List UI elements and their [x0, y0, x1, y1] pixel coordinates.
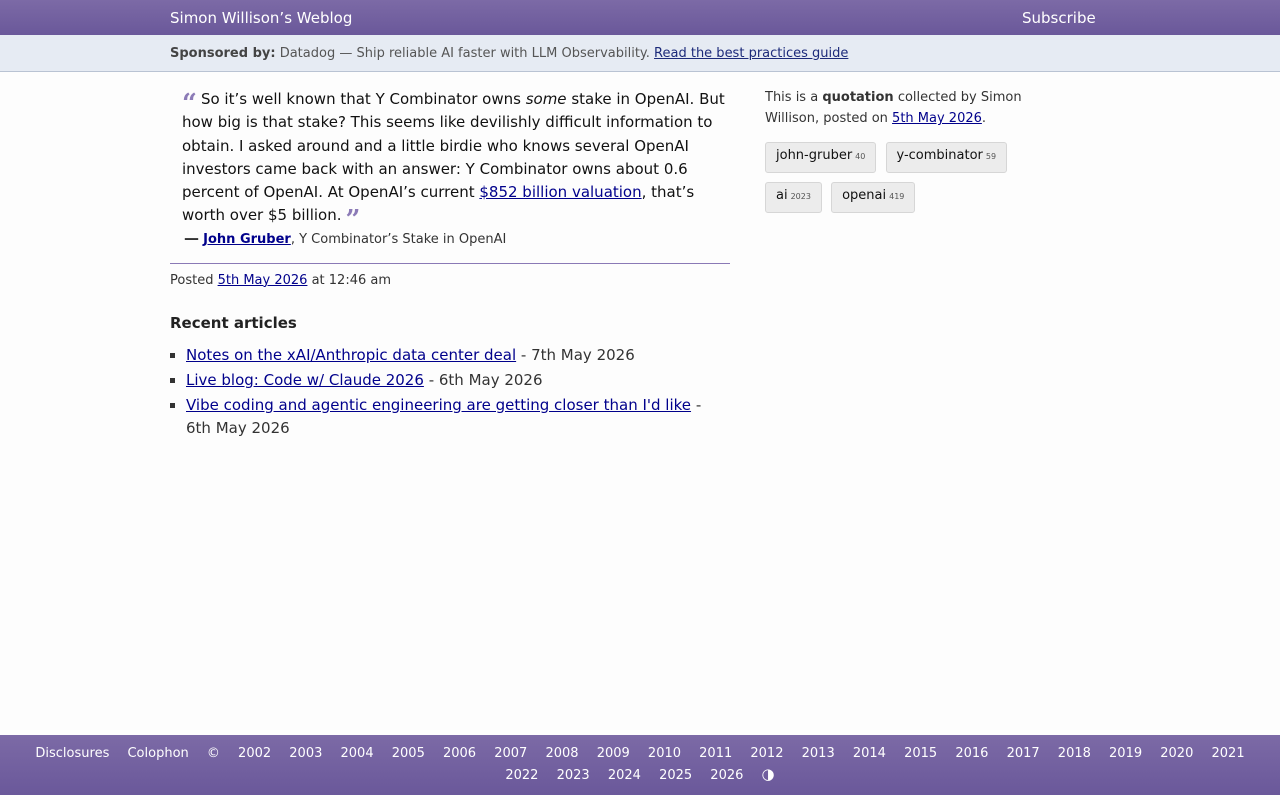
year-link[interactable]: 2015	[904, 746, 937, 761]
year-link[interactable]: 2023	[557, 768, 590, 783]
year-link[interactable]: 2021	[1212, 746, 1245, 761]
intro-date-link[interactable]: 5th May 2026	[892, 111, 982, 126]
year-link[interactable]: 2019	[1109, 746, 1142, 761]
citation-dash: —	[184, 228, 199, 247]
main-content: “So it’s well known that Y Combinator ow…	[170, 88, 730, 442]
site-title-link[interactable]: Simon Willison’s Weblog	[170, 9, 352, 27]
tag-list: john-gruber 40 y-combinator 59 ai 2023 open…	[765, 142, 1035, 222]
copyright-symbol: ©	[206, 746, 220, 761]
list-item: Notes on the xAI/Anthropic data center d…	[186, 344, 730, 367]
intro-end: .	[981, 111, 987, 126]
masthead: Simon Willison’s Weblog Subscribe	[0, 0, 1280, 35]
tag-y-combinator[interactable]: y-combinator 59	[885, 142, 1008, 173]
year-link[interactable]: 2008	[545, 746, 578, 761]
citation: — John Gruber, Y Combinator’s Stake in O…	[170, 229, 730, 247]
quotation: “So it’s well known that Y Combinator ow…	[170, 88, 730, 233]
recent-article-link[interactable]: Vibe coding and agentic engineering are …	[186, 396, 691, 414]
tag-name: john-gruber	[776, 148, 853, 163]
sponsor-text-line: Sponsored by: Datadog — Ship reliable AI…	[170, 46, 848, 61]
year-link[interactable]: 2011	[699, 746, 732, 761]
year-link[interactable]: 2020	[1160, 746, 1193, 761]
recent-article-link[interactable]: Notes on the xAI/Anthropic data center d…	[186, 346, 516, 364]
colophon-link[interactable]: Colophon	[127, 746, 188, 761]
tag-count: 59	[985, 152, 997, 161]
year-link[interactable]: 2002	[238, 746, 271, 761]
subscribe-link[interactable]: Subscribe	[1022, 9, 1096, 27]
author-link[interactable]: John Gruber	[203, 232, 291, 247]
tag-ai[interactable]: ai 2023	[765, 182, 822, 213]
recent-article-date: - 7th May 2026	[520, 345, 635, 364]
footer: Disclosures Colophon © 2002 2003 2004 20…	[0, 735, 1280, 795]
sponsor-label: Sponsored by:	[170, 46, 276, 61]
year-link[interactable]: 2018	[1058, 746, 1091, 761]
quote-emphasis: some	[525, 90, 567, 108]
year-link[interactable]: 2006	[443, 746, 476, 761]
year-link[interactable]: 2012	[750, 746, 783, 761]
sponsor-text: Datadog — Ship reliable AI faster with L…	[279, 46, 650, 61]
year-link[interactable]: 2024	[608, 768, 641, 783]
intro-prefix: This is a	[765, 90, 819, 105]
intro-type: quotation	[822, 90, 894, 105]
year-link[interactable]: 2017	[1007, 746, 1040, 761]
year-link[interactable]: 2007	[494, 746, 527, 761]
recent-articles-heading: Recent articles	[170, 313, 297, 332]
year-link[interactable]: 2005	[392, 746, 425, 761]
citation-separator: ,	[290, 231, 295, 247]
year-link[interactable]: 2022	[505, 768, 538, 783]
year-link[interactable]: 2016	[955, 746, 988, 761]
tag-count: 40	[855, 152, 866, 161]
tag-john-gruber[interactable]: john-gruber 40	[765, 142, 877, 173]
sponsor-banner: Sponsored by: Datadog — Ship reliable AI…	[0, 35, 1280, 72]
posted-time: at 12:46 am	[311, 272, 391, 288]
recent-article-date: - 6th May 2026	[428, 370, 543, 389]
year-link[interactable]: 2004	[341, 746, 374, 761]
citation-source: Y Combinator’s Stake in OpenAI	[299, 231, 507, 247]
theme-toggle-icon[interactable]: ◑	[762, 765, 775, 783]
quote-text-1: So it’s well known that Y Combinator own…	[200, 90, 526, 108]
year-link[interactable]: 2010	[648, 746, 681, 761]
year-link[interactable]: 2014	[853, 746, 886, 761]
year-link[interactable]: 2025	[659, 768, 692, 783]
tag-openai[interactable]: openai 419	[831, 182, 916, 213]
valuation-link[interactable]: $852 billion valuation	[479, 183, 641, 201]
sidebar-intro: This is a quotation collected by Simon W…	[765, 87, 1035, 129]
list-item: Vibe coding and agentic engineering are …	[186, 394, 730, 440]
sidebar: This is a quotation collected by Simon W…	[765, 87, 1035, 222]
year-link[interactable]: 2009	[597, 746, 630, 761]
posted-prefix: Posted	[170, 272, 214, 288]
tag-name: ai	[776, 188, 788, 203]
list-item: Live blog: Code w/ Claude 2026 - 6th May…	[186, 369, 730, 392]
posted-date-link[interactable]: 5th May 2026	[218, 273, 308, 288]
tag-name: y-combinator	[896, 148, 983, 163]
year-link[interactable]: 2026	[710, 768, 743, 783]
tag-count: 419	[889, 192, 905, 201]
disclosures-link[interactable]: Disclosures	[35, 746, 109, 761]
recent-articles-list: Notes on the xAI/Anthropic data center d…	[170, 344, 730, 440]
recent-article-link[interactable]: Live blog: Code w/ Claude 2026	[186, 371, 424, 389]
divider	[170, 262, 730, 264]
close-quote-mark: ”	[345, 205, 361, 236]
tag-count: 2023	[790, 192, 811, 201]
footer-links: Disclosures Colophon © 2002 2003 2004 20…	[0, 735, 1280, 786]
tag-name: openai	[842, 188, 887, 203]
sponsor-link[interactable]: Read the best practices guide	[654, 46, 848, 61]
posted-line: Posted 5th May 2026 at 12:46 am	[170, 273, 730, 288]
year-link[interactable]: 2013	[802, 746, 835, 761]
year-link[interactable]: 2003	[289, 746, 322, 761]
